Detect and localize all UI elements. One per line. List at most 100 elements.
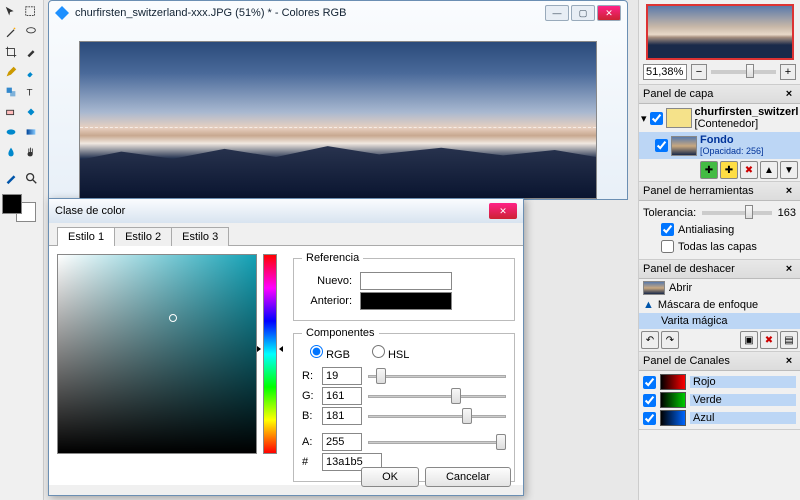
zoom-out-button[interactable]: − [691, 64, 707, 80]
layer-group-row[interactable]: ▾ churfirsten_switzerlan...[Contenedor] [639, 104, 800, 132]
document-window: churfirsten_switzerland-xxx.JPG (51%) * … [48, 0, 628, 200]
new-layer-button[interactable]: ✚ [700, 161, 718, 179]
clone-tool-icon[interactable] [2, 83, 20, 101]
gradient-tool-icon[interactable] [22, 123, 40, 141]
channel-row-blue[interactable]: Azul [641, 409, 798, 427]
zoom-in-button[interactable]: + [780, 64, 796, 80]
layers-panel: Panel de capa× ▾ churfirsten_switzerlan.… [639, 85, 800, 182]
lasso-tool-icon[interactable] [22, 23, 40, 41]
dialog-close-button[interactable]: ✕ [489, 203, 517, 219]
expand-icon[interactable]: ▾ [641, 112, 647, 125]
hand-tool-icon[interactable] [22, 143, 40, 161]
green-swatch-icon [660, 392, 686, 408]
rgb-radio[interactable]: RGB [310, 345, 350, 361]
layer-down-button[interactable]: ▼ [780, 161, 798, 179]
pen-tool-icon[interactable] [2, 169, 20, 187]
components-legend: Componentes [302, 327, 379, 339]
dialog-title: Clase de color [55, 205, 489, 217]
layers-panel-close-icon[interactable]: × [782, 87, 796, 101]
undo-item[interactable]: ▲Máscara de enfoque [639, 297, 800, 313]
channels-panel-title: Panel de Canales [643, 355, 782, 367]
move-tool-icon[interactable] [2, 3, 20, 21]
layer-fondo-row[interactable]: Fondo[Opacidad: 256] [639, 132, 800, 159]
zoom-slider[interactable] [711, 70, 776, 74]
minimize-button[interactable]: — [545, 5, 569, 21]
left-toolbar: T [0, 0, 44, 500]
fg-color-swatch[interactable] [2, 194, 22, 214]
text-tool-icon[interactable]: T [22, 83, 40, 101]
snapshot-button[interactable]: ▣ [740, 331, 758, 349]
eyedrop-tool-icon[interactable] [22, 43, 40, 61]
undo-button[interactable]: ↶ [641, 331, 659, 349]
new-color-swatch [360, 272, 452, 290]
folder-icon [666, 108, 692, 128]
red-swatch-icon [660, 374, 686, 390]
all-layers-checkbox[interactable] [661, 240, 674, 253]
fill-tool-icon[interactable] [22, 103, 40, 121]
redo-button[interactable]: ↷ [661, 331, 679, 349]
canvas[interactable] [79, 41, 597, 199]
undo-panel-close-icon[interactable]: × [782, 262, 796, 276]
blue-swatch-icon [660, 410, 686, 426]
color-swatches[interactable] [2, 194, 36, 222]
prev-color-label: Anterior: [302, 295, 352, 307]
undo-item[interactable]: Abrir [639, 279, 800, 297]
a-input[interactable] [322, 433, 362, 451]
antialiasing-checkbox[interactable] [661, 223, 674, 236]
tools-panel-title: Panel de herramientas [643, 185, 782, 197]
channels-panel-close-icon[interactable]: × [782, 354, 796, 368]
delete-history-button[interactable]: ✖ [760, 331, 778, 349]
zoom-panel: − + [639, 0, 800, 85]
pencil-tool-icon[interactable] [2, 63, 20, 81]
delete-layer-button[interactable]: ✖ [740, 161, 758, 179]
undo-item[interactable]: Varita mágica [639, 313, 800, 329]
duplicate-layer-button[interactable]: ✚ [720, 161, 738, 179]
selection-marquee [80, 42, 596, 128]
cancel-button[interactable]: Cancelar [425, 467, 511, 487]
tab-estilo2[interactable]: Estilo 2 [114, 227, 172, 246]
b-slider[interactable] [368, 407, 506, 425]
layer-up-button[interactable]: ▲ [760, 161, 778, 179]
g-slider[interactable] [368, 387, 506, 405]
brush-tool-icon[interactable] [22, 63, 40, 81]
history-thumb-icon [643, 281, 665, 295]
layer-visible-checkbox[interactable] [650, 112, 663, 125]
saturation-value-picker[interactable] [57, 254, 257, 454]
right-panels: − + Panel de capa× ▾ churfirsten_switzer… [638, 0, 800, 500]
document-titlebar: churfirsten_switzerland-xxx.JPG (51%) * … [49, 1, 627, 25]
navigator-thumbnail[interactable] [646, 4, 794, 60]
channel-row-red[interactable]: Rojo [641, 373, 798, 391]
r-input[interactable] [322, 367, 362, 385]
close-button[interactable]: ✕ [597, 5, 621, 21]
tolerance-slider[interactable] [702, 211, 771, 215]
channel-row-green[interactable]: Verde [641, 391, 798, 409]
a-slider[interactable] [368, 433, 506, 451]
hsl-radio[interactable]: HSL [372, 345, 409, 361]
erase-tool-icon[interactable] [2, 103, 20, 121]
layer-thumbnail [671, 136, 697, 156]
tools-panel-close-icon[interactable]: × [782, 184, 796, 198]
smudge-tool-icon[interactable] [2, 143, 20, 161]
select-tool-icon[interactable] [22, 3, 40, 21]
b-input[interactable] [322, 407, 362, 425]
crop-tool-icon[interactable] [2, 43, 20, 61]
tab-estilo3[interactable]: Estilo 3 [171, 227, 229, 246]
zoom-tool-icon[interactable] [22, 169, 40, 187]
prev-color-swatch [360, 292, 452, 310]
ok-button[interactable]: OK [361, 467, 419, 487]
maximize-button[interactable]: ▢ [571, 5, 595, 21]
new-color-label: Nuevo: [302, 275, 352, 287]
reference-legend: Referencia [302, 252, 363, 264]
document-title: churfirsten_switzerland-xxx.JPG (51%) * … [75, 7, 539, 19]
zoom-input[interactable] [643, 64, 687, 80]
hue-slider[interactable] [263, 254, 277, 454]
shape-tool-icon[interactable] [2, 123, 20, 141]
app-icon [55, 6, 69, 20]
tab-estilo1[interactable]: Estilo 1 [57, 227, 115, 246]
history-menu-button[interactable]: ▤ [780, 331, 798, 349]
g-input[interactable] [322, 387, 362, 405]
layers-panel-title: Panel de capa [643, 88, 782, 100]
wand-tool-icon[interactable] [2, 23, 20, 41]
layer-visible-checkbox[interactable] [655, 139, 668, 152]
r-slider[interactable] [368, 367, 506, 385]
